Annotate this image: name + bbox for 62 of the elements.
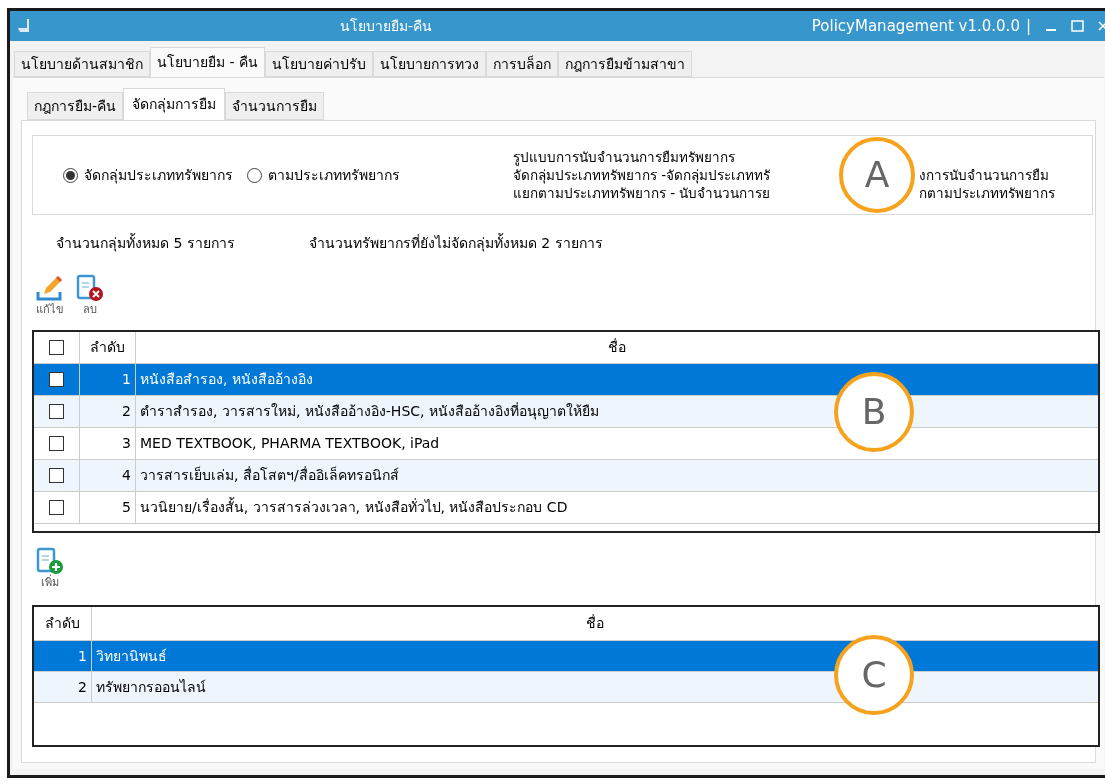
radio-button[interactable]	[247, 167, 262, 183]
table-cell: 1	[80, 364, 136, 395]
description-text: งการนับจำนวนการยืม	[919, 166, 1049, 184]
checkbox[interactable]	[49, 340, 64, 355]
ungrouped-count-text: จำนวนทรัพยากรที่ยังไม่จัดกลุ่มทั้งหมด 2 รายการ	[308, 233, 603, 254]
column-header: ลำดับ	[80, 332, 136, 363]
document-add-icon	[35, 547, 65, 575]
table-cell-text: MED TEXTBOOK, PHARMA TEXTBOOK, iPad	[140, 434, 440, 453]
checkbox[interactable]	[49, 372, 64, 387]
column-header: ชื่อ	[585, 613, 605, 633]
table-row[interactable]: 5 นวนิยาย/เรื่องสั้น, วารสารล่วงเวลา, หนังสือทั่วไป, หนังสือประกอบ CD	[34, 492, 1098, 524]
table-row[interactable]: 3 MED TEXTBOOK, PHARMA TEXTBOOK, iPad	[34, 428, 1098, 460]
column-header: ลำดับ	[34, 607, 92, 640]
sub-tab[interactable]: จำนวนการยืม	[225, 92, 325, 120]
pencil-icon	[35, 274, 65, 302]
column-header: ชื่อ	[607, 337, 627, 357]
window-title: นโยบายยืม-คืน	[340, 16, 433, 36]
description-heading: รูปแบบการนับจำนวนการยืมทรัพยากร	[513, 148, 736, 166]
table-cell: 2	[34, 672, 92, 702]
checkbox[interactable]	[49, 436, 64, 451]
table-row[interactable]: 4 วารสารเย็บเล่ม, สื่อโสตฯ/สื่ออิเล็คทรอนิกส์	[34, 460, 1098, 492]
separator: |	[1025, 15, 1031, 37]
tab[interactable]: นโยบายยืม - คืน	[150, 47, 265, 77]
table-cell: 5	[80, 492, 136, 523]
table-cell: 4	[80, 460, 136, 491]
table-cell-text: หนังสือสำรอง, หนังสืออ้างอิง	[140, 370, 313, 389]
checkbox[interactable]	[49, 500, 64, 515]
table-cell: 3	[80, 428, 136, 459]
edit-button[interactable]: แก้ไข	[34, 274, 66, 330]
table-cell-text: นวนิยาย/เรื่องสั้น, วารสารล่วงเวลา, หนังสือทั่วไป, หนังสือประกอบ CD	[140, 497, 568, 517]
checkbox[interactable]	[49, 468, 64, 483]
sub-tab[interactable]: จัดกลุ่มการยืม	[123, 88, 226, 120]
app-name: PolicyManagement v1.0.0.0	[811, 15, 1020, 37]
table-cell: 2	[80, 396, 136, 427]
tab[interactable]: กฎการยืมข้ามสาขา	[557, 51, 692, 77]
tab[interactable]: นโยบายค่าปรับ	[264, 51, 373, 77]
table-cell-text: วิทยานิพนธ์	[96, 646, 167, 666]
table-cell: 1	[34, 641, 92, 671]
tab[interactable]: นโยบายด้านสมาชิก	[14, 51, 150, 77]
table-cell-text: ทรัพยากรออนไลน์	[96, 677, 206, 697]
description-text: จัดกลุ่มประเภททรัพยากร -จัดกลุ่มประเภททรั	[513, 167, 771, 183]
callout-marker: A	[839, 137, 915, 213]
document-delete-icon	[75, 274, 105, 302]
maximize-icon[interactable]	[1071, 20, 1084, 32]
radio-label[interactable]: จัดกลุ่มประเภททรัพยากร	[84, 164, 233, 186]
sub-tab[interactable]: กฎการยืม-คืน	[27, 92, 124, 120]
app-icon	[16, 18, 32, 34]
delete-button[interactable]: ลบ	[74, 274, 106, 330]
close-icon[interactable]	[1098, 20, 1105, 32]
table-cell-text: วารสารเย็บเล่ม, สื่อโสตฯ/สื่ออิเล็คทรอนิกส์	[140, 465, 399, 485]
table-row[interactable]: 1 หนังสือสำรอง, หนังสืออ้างอิง	[34, 364, 1098, 396]
radio-button[interactable]	[63, 167, 78, 183]
table-cell: ตำราสำรอง, วารสารใหม่, หนังสืออ้างอิง-HSC, หนังสืออ้างอิงที่อนุญาตให้ยืม	[140, 401, 599, 422]
group-count-text: จำนวนกลุ่มทั้งหมด 5 รายการ	[56, 233, 235, 254]
checkbox[interactable]	[49, 404, 64, 419]
description-text: แยกตามประเภททรัพยากร - นับจำนวนการย	[513, 185, 771, 201]
radio-label[interactable]: ตามประเภททรัพยากร	[268, 164, 400, 186]
tab[interactable]: การบล็อก	[485, 51, 558, 77]
callout-marker: C	[834, 635, 914, 715]
description-text: กตามประเภททรัพยากร	[919, 184, 1055, 202]
tab[interactable]: นโยบายการทวง	[372, 51, 486, 77]
add-button[interactable]: เพิ่ม	[34, 547, 66, 605]
